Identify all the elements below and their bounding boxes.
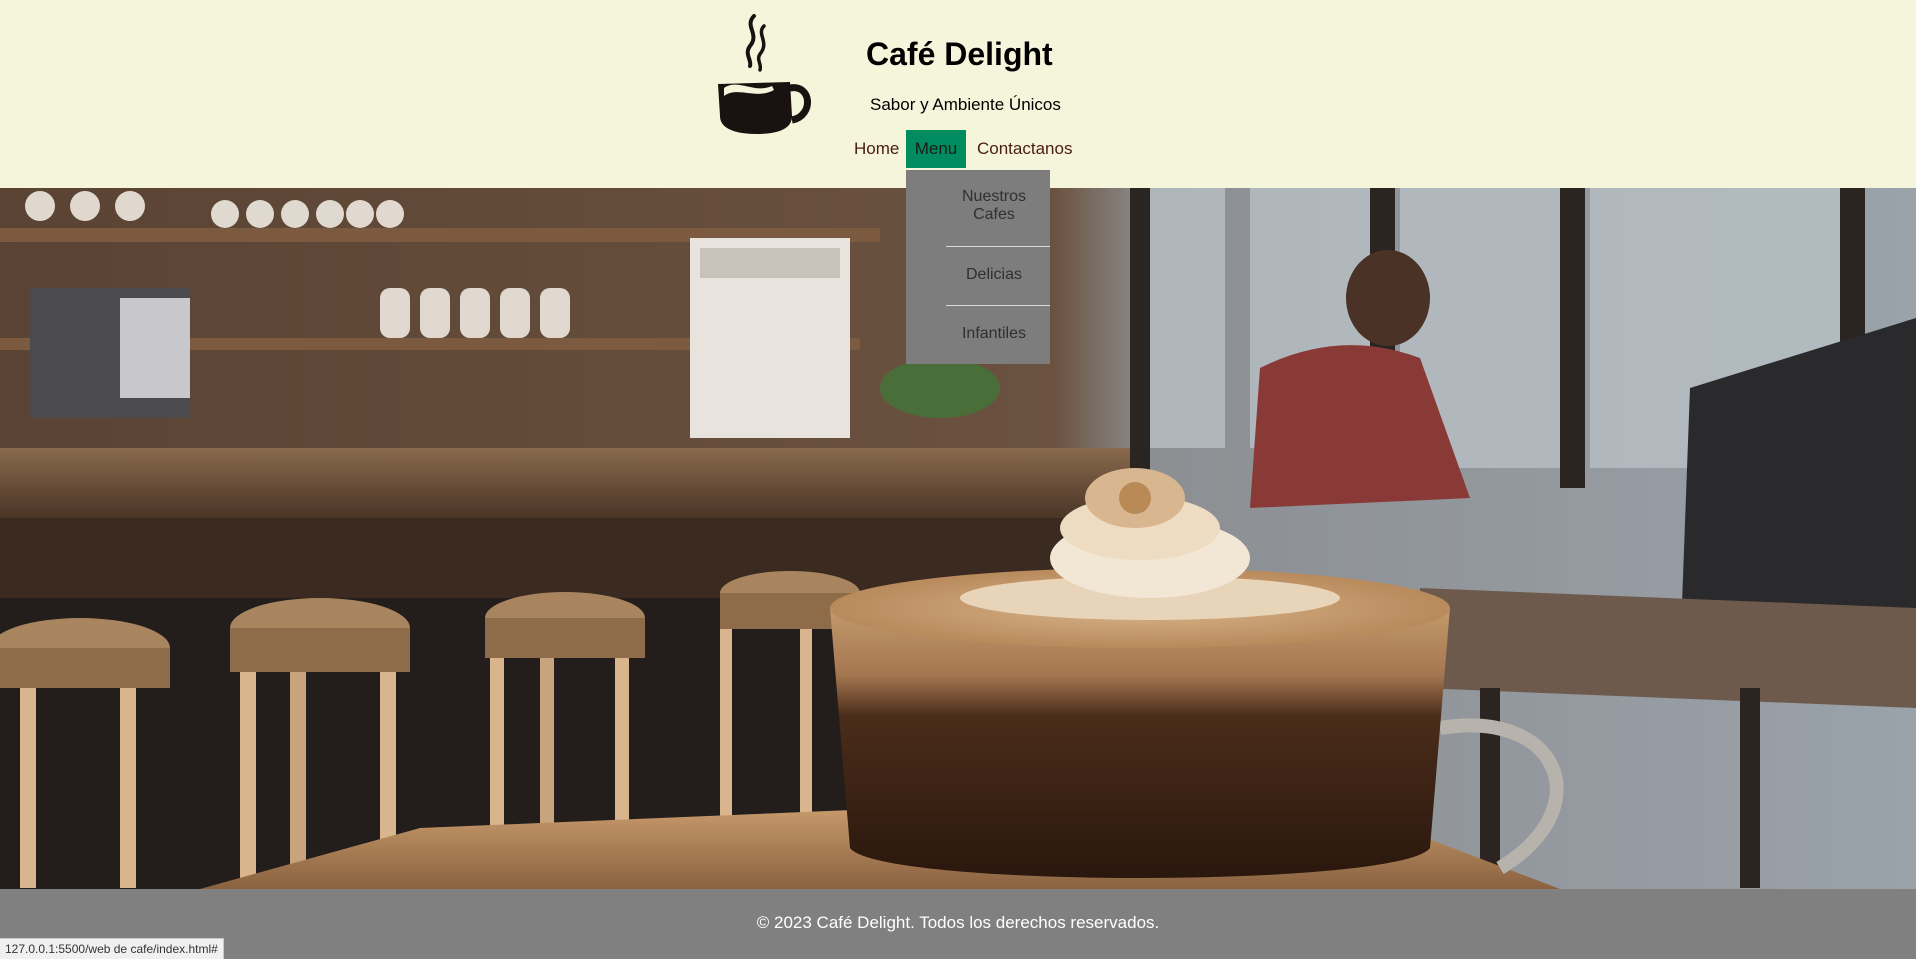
site-footer: © 2023 Café Delight. Todos los derechos …	[0, 889, 1916, 959]
footer-copyright: © 2023 Café Delight. Todos los derechos …	[756, 913, 1160, 932]
menu-dropdown: Nuestros Cafes Delicias Infantiles	[906, 170, 1050, 364]
nav-home-link[interactable]: Home	[844, 130, 909, 168]
nav-menu-link[interactable]: Menu	[906, 130, 966, 168]
main-nav: Home Menu Contactanos	[0, 130, 1916, 168]
dropdown-divider	[946, 246, 1050, 247]
browser-status-url: 127.0.0.1:5500/web de cafe/index.html#	[0, 938, 224, 959]
site-title: Café Delight	[866, 36, 1053, 72]
coffee-cup-icon	[716, 12, 816, 136]
dropdown-item-nuestros-cafes[interactable]: Nuestros Cafes	[946, 188, 1050, 224]
site-tagline: Sabor y Ambiente Únicos	[870, 95, 1061, 114]
dropdown-item-infantiles[interactable]: Infantiles	[946, 325, 1050, 343]
nav-contact-link[interactable]: Contactanos	[967, 130, 1082, 168]
dropdown-divider	[946, 305, 1050, 306]
dropdown-item-delicias[interactable]: Delicias	[946, 266, 1050, 284]
site-header: Café Delight Sabor y Ambiente Únicos Hom…	[0, 0, 1916, 188]
